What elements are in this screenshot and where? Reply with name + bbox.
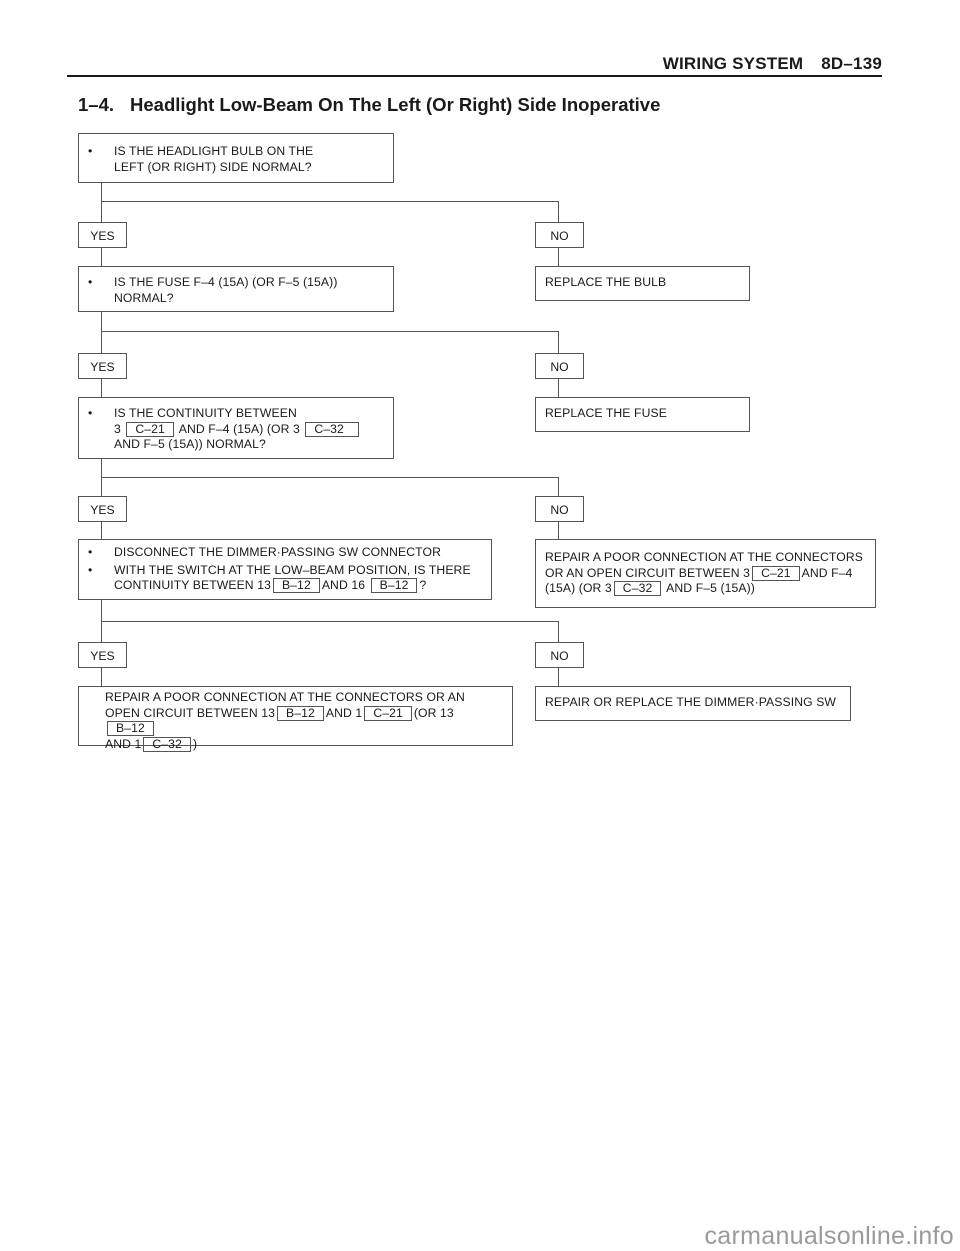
action-text: OPEN CIRCUIT BETWEEN 13 [105,705,276,720]
page-header: WIRING SYSTEM 8D–139 [0,54,882,74]
connector-code: B–12 [370,578,418,593]
connector-line [558,378,559,398]
connector-line [558,521,559,540]
action-text: REPAIR OR REPLACE THE DIMMER·PASSING SW [545,695,837,709]
connector-line [558,667,559,687]
action-text: OR AN OPEN CIRCUIT BETWEEN 3 [545,565,751,580]
connector-code: B–12 [277,705,324,721]
no-label: NO [535,222,584,248]
connector-line [558,477,559,496]
question-box-bulb: • IS THE HEADLIGHT BULB ON THE LEFT (OR R… [78,133,394,183]
bullet: • [88,406,93,420]
connector-code: C–32 [143,736,191,752]
question-text: 3 [114,421,121,436]
bullet: • [88,562,93,577]
question-text: AND 16 [321,578,366,592]
action-text: REPLACE THE FUSE [545,406,667,420]
connector-line [101,621,559,622]
connector-code: C–32 [305,421,359,437]
action-text: AND 1 [105,736,142,751]
question-text: ? [419,578,427,592]
page-number: 8D–139 [821,54,882,73]
connector-code: B–12 [272,578,320,593]
page-title: 1–4. Headlight Low-Beam On The Left (Or R… [78,94,660,116]
action-replace-dimmer-switch: REPAIR OR REPLACE THE DIMMER·PASSING SW [535,686,851,721]
action-text: AND F–4 [801,565,853,580]
question-box-continuity: • IS THE CONTINUITY BETWEEN 3 C–21 AND F… [78,397,394,459]
question-text: LEFT (OR RIGHT) SIDE NORMAL? [114,159,312,174]
connector-line [101,247,102,267]
question-text: NORMAL? [114,290,174,305]
question-text: DISCONNECT THE DIMMER·PASSING SW CONNECT… [114,545,441,559]
action-repair-connection-c21: REPAIR A POOR CONNECTION AT THE CONNECTO… [535,539,876,608]
action-text: AND F–5 (15A)) [666,581,755,595]
action-replace-fuse: REPLACE THE FUSE [535,397,750,432]
question-text: WITH THE SWITCH AT THE LOW–BEAM POSITION… [114,562,471,577]
question-text: AND F–4 (15A) (OR 3 [178,421,300,436]
bullet: • [88,144,93,158]
action-text: REPLACE THE BULB [545,275,667,289]
action-replace-bulb: REPLACE THE BULB [535,266,750,301]
question-box-fuse: • IS THE FUSE F–4 (15A) (OR F–5 (15A)) NO… [78,266,394,312]
action-repair-connection-b12: REPAIR A POOR CONNECTION AT THE CONNECTO… [78,686,513,752]
connector-line [101,182,102,222]
title-number: 1–4. [78,94,115,115]
question-text: IS THE HEADLIGHT BULB ON THE [114,144,314,158]
connector-line [101,378,102,398]
question-text: CONTINUITY BETWEEN 13 [114,578,271,592]
action-text: REPAIR A POOR CONNECTION AT THE CONNECTO… [105,690,465,704]
connector-code: C–32 [613,581,662,596]
question-text: AND F–5 (15A)) NORMAL? [114,437,266,451]
connector-code: C–21 [752,565,800,581]
connector-line [558,331,559,353]
connector-code: B–12 [107,721,154,736]
action-text: REPAIR A POOR CONNECTION AT THE CONNECTO… [545,550,863,564]
connector-line [101,667,102,687]
action-text: AND 1 [325,705,363,720]
yes-label: YES [78,496,127,522]
no-label: NO [535,642,584,668]
action-text: (15A) (OR 3 [545,581,612,595]
watermark: carmanualsonline.info [704,1222,954,1250]
action-text: ) [192,736,198,751]
section-name: WIRING SYSTEM [662,54,804,73]
no-label: NO [535,496,584,522]
question-text: IS THE CONTINUITY BETWEEN [114,406,297,420]
action-text: (OR 13 [413,705,454,720]
no-label: NO [535,353,584,379]
connector-line [101,201,559,202]
connector-line [101,521,102,540]
yes-label: YES [78,642,127,668]
question-box-dimmer-switch: • DISCONNECT THE DIMMER·PASSING SW CONNE… [78,539,492,600]
yes-label: YES [78,353,127,379]
connector-line [558,621,559,642]
connector-line [101,331,559,332]
title-text: Headlight Low-Beam On The Left (Or Right… [130,94,661,115]
bullet: • [88,545,93,559]
yes-label: YES [78,222,127,248]
header-rule [67,75,882,77]
connector-line [101,311,102,353]
connector-line [558,201,559,222]
bullet: • [88,275,93,289]
question-text: IS THE FUSE F–4 (15A) (OR F–5 (15A)) [114,275,338,289]
connector-code: C–21 [364,705,412,721]
connector-line [101,477,559,478]
connector-line [558,247,559,267]
connector-code: C–21 [126,421,174,437]
